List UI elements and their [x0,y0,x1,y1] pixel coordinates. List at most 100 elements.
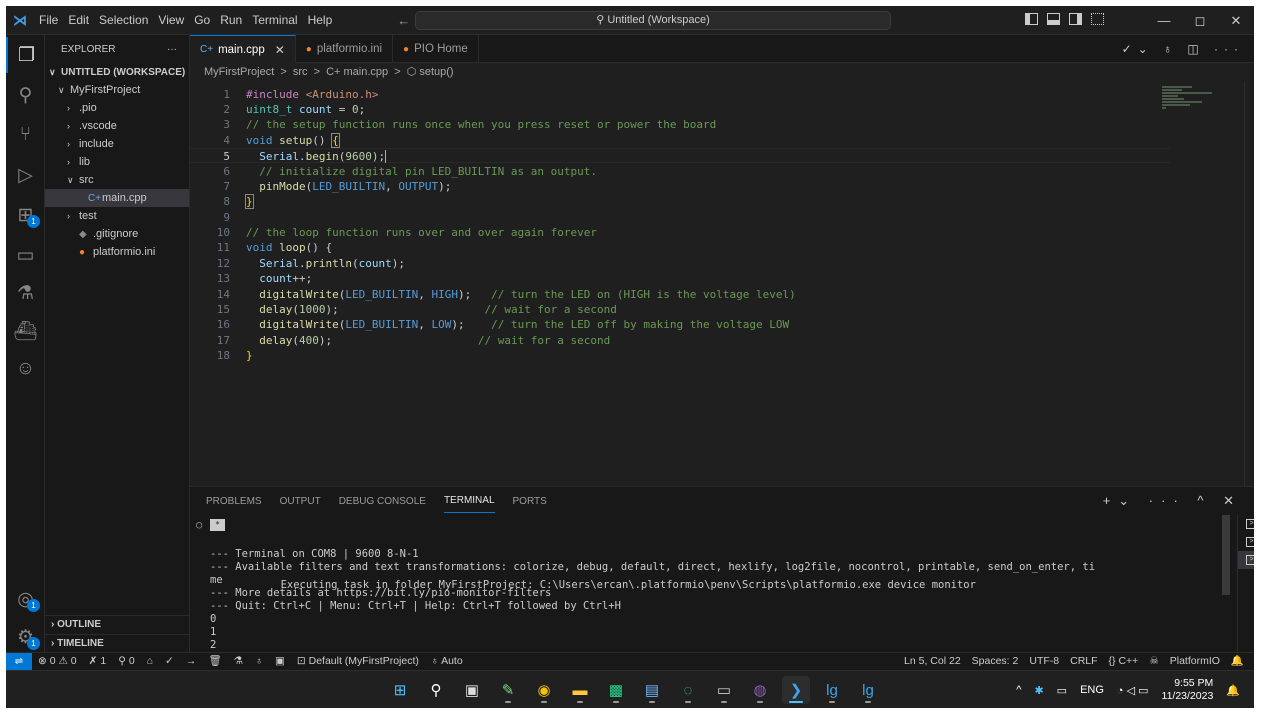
status-item[interactable]: 🔔 [1231,653,1244,670]
app-lg-2-icon[interactable]: lg [854,676,882,704]
tab-debug-console[interactable]: DEBUG CONSOLE [339,490,426,513]
tab-output[interactable]: OUTPUT [280,490,321,513]
bluetooth-icon[interactable]: ✱ [1034,684,1043,697]
pycharm-icon[interactable]: ▩ [602,676,630,704]
status-item[interactable]: Spaces: 2 [972,653,1019,670]
tab-problems[interactable]: PROBLEMS [206,490,262,513]
settings-gear-icon[interactable]: ⚙ 1 [6,619,45,655]
tab-platformio-ini[interactable]: ● platformio.ini [296,35,394,63]
status-item[interactable]: ⚲ 0 [118,653,134,670]
minimap[interactable] [1162,86,1222,126]
language-indicator[interactable]: ENG [1080,684,1104,696]
terminal-output[interactable]: ○ * Executing task in folder MyFirstProj… [190,515,1095,653]
menu-run[interactable]: Run [215,13,247,27]
menu-edit[interactable]: Edit [63,13,94,27]
tab-ports[interactable]: PORTS [513,490,547,513]
app-lg-icon[interactable]: lg [818,676,846,704]
menu-file[interactable]: File [34,13,63,27]
status-item[interactable]: PlatformIO [1170,653,1220,670]
tab-main-cpp[interactable]: C+ main.cpp ✕ [190,35,296,63]
close-button[interactable]: ✕ [1218,6,1254,35]
platformio-icon[interactable]: ☺ [6,351,45,387]
outline-section[interactable]: › OUTLINE [45,615,190,633]
vscode-icon[interactable]: ❯ [782,676,810,704]
status-item[interactable]: → [186,653,197,670]
status-item[interactable]: ⌂ [147,653,153,670]
extensions-icon[interactable]: ⊞ 1 [6,197,45,233]
accounts-icon[interactable]: ◎ 1 [6,581,45,617]
search-icon[interactable]: ⚲ [422,676,450,704]
tab-pio-home[interactable]: ● PIO Home [393,35,479,63]
breadcrumb-src[interactable]: src [293,66,308,78]
source-control-icon[interactable]: ⑂ [6,117,45,153]
remote-indicator[interactable]: ⇌ [6,653,32,670]
toggle-panel-icon[interactable] [1047,13,1060,25]
terminal-instance[interactable]: >PlatformIO: Build (MyFirstProjec...✓ [1238,515,1254,533]
status-item[interactable]: ♁ Auto [431,653,463,670]
explorer-icon[interactable]: ❐ [6,37,45,73]
status-item[interactable]: {} C++ [1109,653,1139,670]
minimize-button[interactable]: — [1146,6,1182,35]
status-item[interactable]: ♁ [255,653,263,670]
menu-go[interactable]: Go [189,13,215,27]
notepad-icon[interactable]: ✎ [494,676,522,704]
status-item[interactable]: CRLF [1070,653,1097,670]
panel-actions[interactable]: +⌄ ··· ^ ✕ [1103,493,1242,509]
clock[interactable]: 9:55 PM 11/23/2023 [1162,677,1214,703]
terminal-scrollbar[interactable] [1222,515,1230,595]
menu-terminal[interactable]: Terminal [247,13,302,27]
status-item[interactable]: ⊡ Default (MyFirstProject) [297,653,419,670]
tray-app-icon[interactable]: ▭ [1057,684,1067,697]
customize-layout-icon[interactable] [1091,13,1104,25]
terminal-instance[interactable]: >PlatformIO: Monitor (MyFirstPro...◌ [1238,551,1254,569]
more-actions-icon[interactable]: ··· [167,44,177,55]
menu-help[interactable]: Help [303,13,338,27]
editor-scrollbar[interactable] [1244,82,1254,486]
status-item[interactable]: Ln 5, Col 22 [904,653,961,670]
status-item[interactable]: ☠ [1149,653,1158,670]
tree-item[interactable]: ∨ MyFirstProject [45,81,189,99]
task-view-icon[interactable]: ▣ [458,676,486,704]
tree-item[interactable]: › .vscode [45,117,189,135]
testing-icon[interactable]: ⚗ [6,275,45,311]
editor-actions[interactable]: ✓⌄ ♁ ◫ ··· [1122,35,1244,63]
photos-icon[interactable]: ▤ [638,676,666,704]
status-item[interactable]: UTF-8 [1029,653,1059,670]
tree-item[interactable]: ● platformio.ini [45,243,189,261]
command-center-search[interactable]: ⚲ Untitled (Workspace) [415,11,891,30]
terminal-icon[interactable]: ▭ [710,676,738,704]
tree-item[interactable]: › include [45,135,189,153]
breadcrumb-symbol[interactable]: ⬡ setup() [407,66,454,78]
status-item[interactable]: ✗ 1 [89,653,107,670]
search-icon[interactable]: ⚲ [6,77,45,113]
status-item[interactable]: 🗑 [208,653,221,670]
tree-item[interactable]: ∨ src [45,171,189,189]
toggle-sidebar-icon[interactable] [1025,13,1038,25]
tree-item[interactable]: C+main.cpp [45,189,189,207]
tree-item[interactable]: › test [45,207,189,225]
tab-terminal[interactable]: TERMINAL [443,489,495,513]
start-icon[interactable]: ⊞ [386,676,414,704]
toggle-secondary-sidebar-icon[interactable] [1069,13,1082,25]
timeline-section[interactable]: › TIMELINE [45,634,190,652]
network-volume-battery-icons[interactable]: ◔ ◁ ▭ [1117,684,1149,697]
terminal-instance[interactable]: >PlatformIO: Upload (MyFirstProj...✓ [1238,533,1254,551]
menu-view[interactable]: View [153,13,189,27]
run-debug-icon[interactable]: ▷ [6,157,45,193]
refresh-app-icon[interactable]: ◌ [674,676,702,704]
file-explorer-icon[interactable]: ▬ [566,676,594,704]
notification-icon[interactable]: 🔔 [1226,684,1240,697]
menu-selection[interactable]: Selection [94,13,153,27]
tray-overflow-icon[interactable]: ^ [1016,684,1021,696]
viber-icon[interactable]: ◍ [746,676,774,704]
status-item[interactable]: ▣ [275,653,285,670]
breadcrumb-file[interactable]: C+ main.cpp [326,66,388,78]
status-item[interactable]: ⚗ [234,653,243,670]
code-editor[interactable]: 1 #include <Arduino.h> 2 uint8_t count = 0… [190,82,1254,486]
tree-item[interactable]: › .pio [45,99,189,117]
status-item[interactable]: ⊗ 0 ⚠ 0 [38,653,77,670]
breadcrumb-project[interactable]: MyFirstProject [204,66,274,78]
tree-item[interactable]: › lib [45,153,189,171]
tree-item[interactable]: ◆ .gitignore [45,225,189,243]
status-item[interactable]: ✓ [165,653,174,670]
